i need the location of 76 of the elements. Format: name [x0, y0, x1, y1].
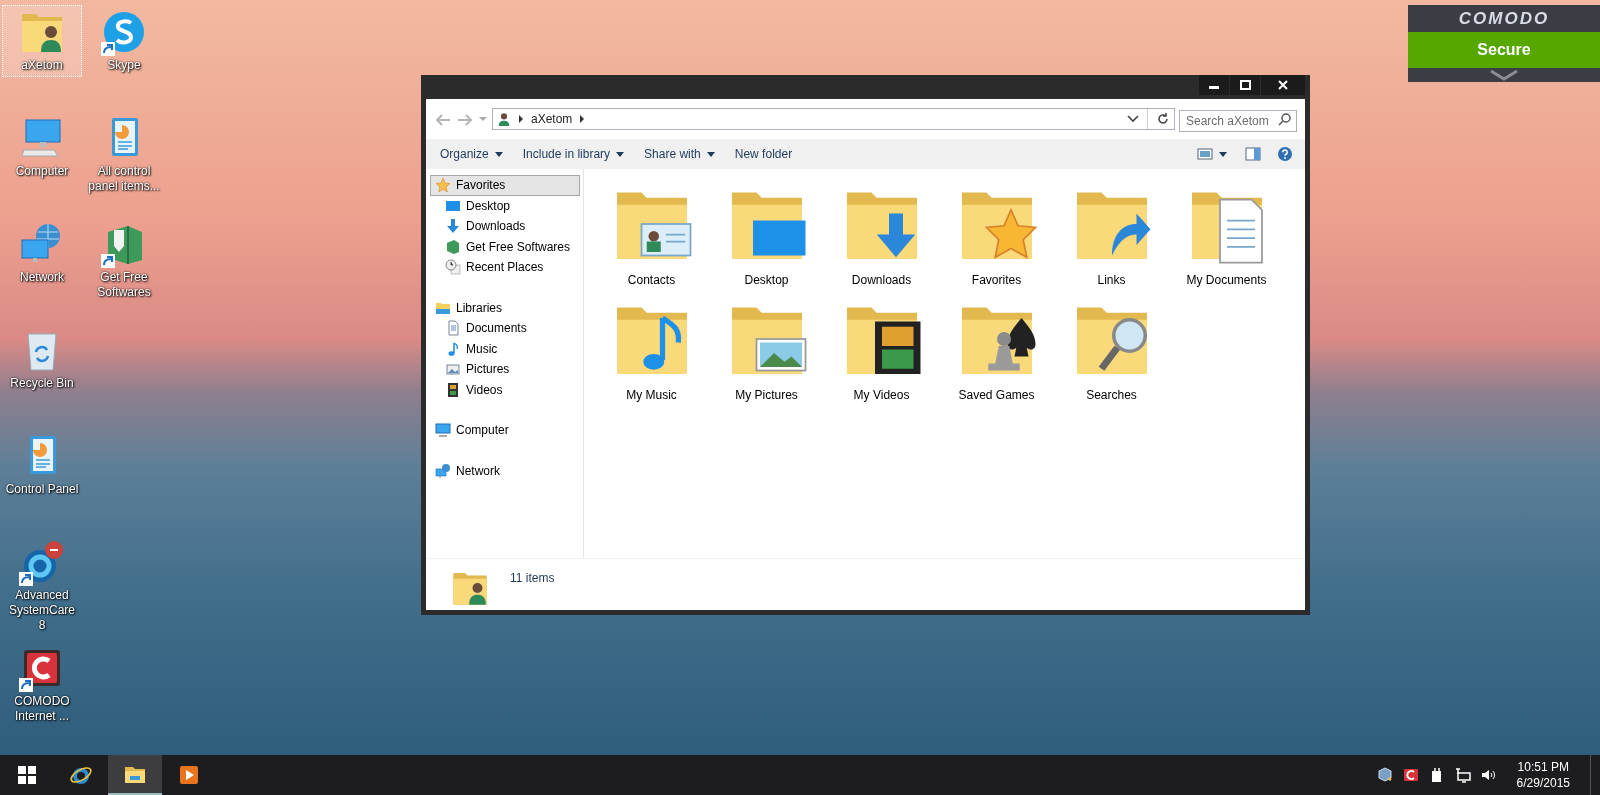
breadcrumb-item[interactable]: aXetom [531, 110, 573, 128]
desktop-shortcut[interactable]: COMODO Internet ... [2, 641, 82, 728]
chevron-right-icon[interactable] [517, 114, 525, 124]
caret-icon [706, 151, 715, 157]
taskbar-app[interactable] [108, 755, 162, 795]
chevron-right-icon[interactable] [578, 114, 587, 124]
close-button[interactable] [1261, 75, 1305, 95]
toolbar-button[interactable]: New folder [724, 141, 803, 167]
clock-document-icon [445, 259, 461, 276]
toolbar-button[interactable]: Include in library [512, 141, 635, 167]
folder-item[interactable]: Links [1069, 177, 1154, 289]
maximize-button[interactable] [1230, 75, 1260, 95]
nav-item[interactable]: Recent Places [430, 257, 580, 278]
preview-pane-icon[interactable] [1245, 147, 1261, 161]
network-monitor-icon[interactable] [1454, 767, 1471, 783]
network-icon [435, 462, 451, 479]
star-icon [435, 177, 451, 194]
caret-icon [494, 151, 503, 157]
toolbar-button[interactable]: Organize [430, 141, 513, 167]
folder-item[interactable]: Saved Games [954, 292, 1039, 404]
desktop-shortcut[interactable]: Recycle Bin [2, 323, 82, 395]
nav-item[interactable]: Pictures [430, 359, 580, 380]
play-icon [177, 763, 201, 787]
toolbar-button[interactable]: Share with [634, 141, 725, 167]
nav-item[interactable]: Libraries [430, 297, 580, 318]
music-note-icon [445, 340, 461, 357]
nav-item[interactable]: Favorites [430, 175, 580, 196]
refresh-icon[interactable] [1156, 112, 1170, 126]
nav-item[interactable]: Music [430, 338, 580, 359]
c-logo-icon[interactable] [1402, 767, 1419, 783]
search-field[interactable]: Search aXetom [1179, 110, 1297, 132]
widget-brand: COMODO [1458, 8, 1550, 30]
nav-item[interactable]: Videos [430, 379, 580, 400]
user-icon [497, 111, 511, 127]
nav-item[interactable]: Documents [430, 318, 580, 339]
nav-item[interactable]: Desktop [430, 195, 580, 216]
security-widget[interactable]: COMODO Secure [1408, 5, 1600, 82]
nav-item[interactable]: Network [430, 460, 580, 481]
minimize-button[interactable] [1199, 75, 1229, 95]
nav-item[interactable]: Get Free Softwares [430, 236, 580, 257]
folder-item[interactable]: Searches [1069, 292, 1154, 404]
nav-item[interactable]: Downloads [430, 216, 580, 237]
document-icon [445, 320, 461, 337]
dropdown-caret-icon[interactable] [1127, 114, 1139, 124]
close-icon [1278, 80, 1288, 90]
maximize-icon [1239, 80, 1251, 90]
folder-item[interactable]: Downloads [839, 177, 924, 289]
chevron-down-icon[interactable] [1489, 68, 1519, 82]
folder-item[interactable]: Favorites [954, 177, 1039, 289]
view-options-icon[interactable] [1197, 147, 1229, 161]
item-count: 11 items [510, 570, 555, 587]
down-arrow-icon [445, 218, 461, 235]
film-icon [445, 381, 461, 398]
computer-icon [435, 422, 451, 439]
folder-item[interactable]: My Pictures [724, 292, 809, 404]
desktop-shortcut[interactable]: Advanced SystemCare 8 [2, 535, 82, 637]
picture-icon [445, 361, 461, 378]
speaker-icon[interactable] [1480, 767, 1497, 783]
back-arrow-icon [434, 111, 452, 128]
help-icon[interactable] [1277, 146, 1293, 162]
security-status: Secure [1408, 32, 1600, 68]
search-icon [1278, 112, 1292, 126]
caret-icon [616, 151, 625, 157]
clock[interactable]: 10:51 PM 6/29/2015 [1506, 759, 1584, 791]
folder-item[interactable]: My Music [609, 292, 694, 404]
folder-item[interactable]: Contacts [609, 177, 694, 289]
address-bar[interactable]: aXetom [492, 108, 1175, 130]
nav-item[interactable]: Computer [430, 420, 580, 441]
windows-icon [17, 765, 37, 785]
cube-icon[interactable] [1376, 767, 1393, 783]
forward-arrow-icon [456, 111, 474, 128]
box-icon [445, 238, 461, 255]
folder-item[interactable]: Desktop [724, 177, 809, 289]
desktop-shortcut[interactable]: Control Panel [2, 429, 82, 501]
folder-item[interactable]: My Videos [839, 292, 924, 404]
folder-item[interactable]: My Documents [1184, 177, 1269, 289]
